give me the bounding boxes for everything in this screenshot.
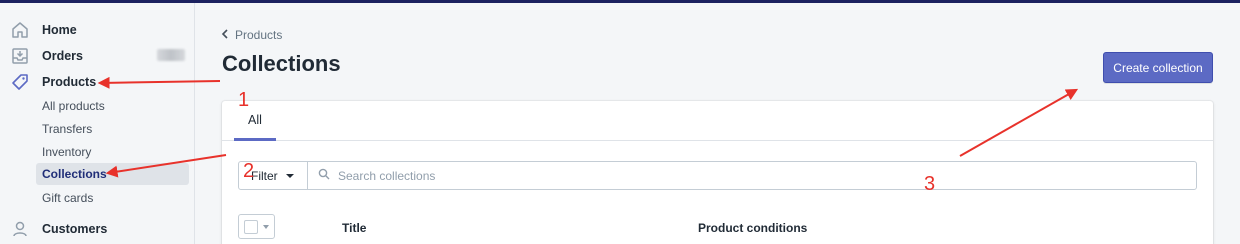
sidebar-subitem-collections[interactable]: Collections	[36, 163, 189, 185]
tab-bar: All	[222, 101, 1213, 141]
sidebar-subitem-transfers[interactable]: Transfers	[36, 118, 189, 140]
breadcrumb-label: Products	[235, 28, 283, 42]
filter-label: Filter	[251, 168, 278, 183]
caret-down-icon	[285, 173, 294, 178]
annotation-number-1: 1	[238, 89, 250, 111]
tag-icon	[10, 72, 30, 92]
sidebar-item-label: Customers	[42, 222, 108, 236]
sidebar-item-label: Products	[42, 75, 97, 89]
select-all-checkbox[interactable]	[244, 219, 258, 234]
sidebar: Home Orders Products All products Transf…	[0, 3, 195, 244]
orders-count-badge	[157, 49, 185, 61]
customer-icon	[10, 219, 30, 239]
search-icon	[318, 167, 330, 185]
annotation-number-3: 3	[924, 173, 936, 195]
column-header-product-conditions: Product conditions	[698, 221, 808, 235]
sidebar-subitem-gift-cards[interactable]: Gift cards	[36, 187, 189, 209]
orders-icon	[10, 46, 30, 66]
chevron-down-icon	[263, 224, 269, 229]
sidebar-item-customers[interactable]: Customers	[0, 217, 195, 241]
sidebar-subitem-inventory[interactable]: Inventory	[36, 141, 189, 163]
search-field[interactable]	[307, 161, 1197, 190]
sidebar-item-label: Orders	[42, 49, 83, 63]
breadcrumb[interactable]: Products	[221, 27, 282, 43]
annotation-number-2: 2	[243, 160, 255, 182]
sidebar-item-home[interactable]: Home	[0, 18, 195, 42]
home-icon	[10, 20, 30, 40]
search-input[interactable]	[338, 168, 1138, 183]
select-all-dropdown[interactable]	[238, 214, 275, 239]
column-header-title[interactable]: Title	[342, 221, 366, 235]
collections-card: All Filter Title Product conditions	[222, 101, 1213, 244]
sidebar-item-label: Home	[42, 23, 77, 37]
page-title: Collections	[222, 51, 341, 76]
create-collection-button[interactable]: Create collection	[1103, 52, 1213, 83]
sidebar-item-products[interactable]: Products	[0, 70, 195, 94]
chevron-left-icon	[221, 28, 229, 42]
sidebar-subitem-all-products[interactable]: All products	[36, 95, 189, 117]
